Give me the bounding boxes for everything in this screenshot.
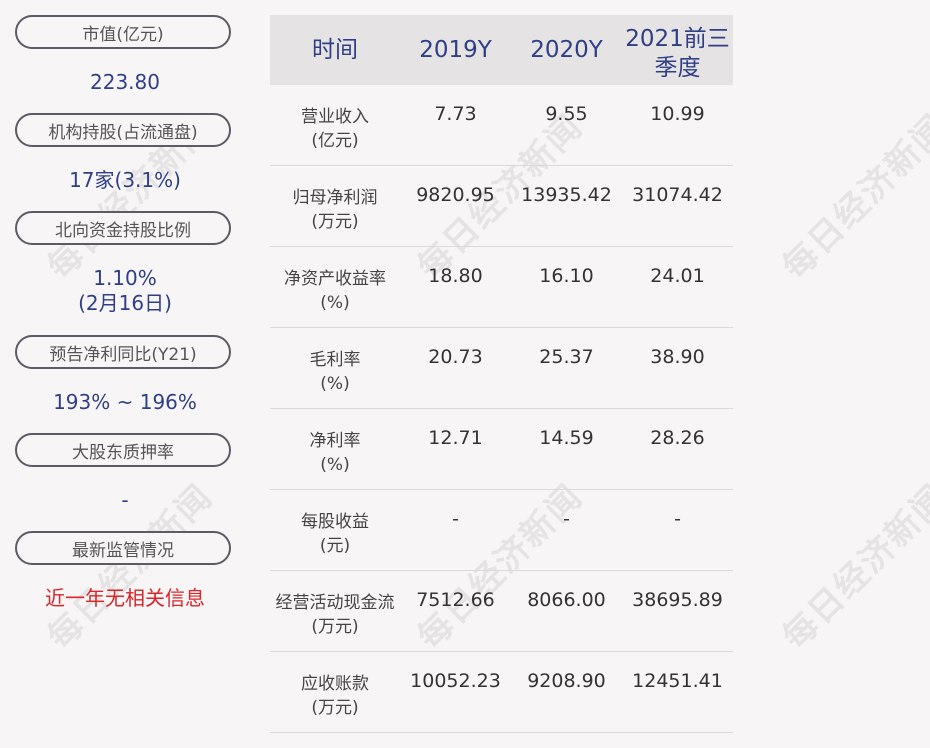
northbound-holdings-value: 1.10% [93,266,157,290]
cell-2020: 16.10 [539,265,594,287]
cell-2019: 12.71 [428,427,483,449]
cell-2021: 38.90 [650,346,705,368]
table-row: 毛利率 (%) 20.73 25.37 38.90 [270,328,733,409]
institutional-holdings-label: 机构持股(占流通盘) [15,113,231,147]
cell-2020: 13935.42 [521,184,612,206]
header-time: 时间 [312,37,358,63]
market-cap-label: 市值(亿元) [15,15,231,49]
row-label: 毛利率 (%) [309,350,361,394]
row-label: 净利率 (%) [309,431,361,475]
cell-2021: 24.01 [650,265,705,287]
northbound-holdings-label: 北向资金持股比例 [15,211,231,245]
row-label: 每股收益 (元) [301,512,369,556]
cell-2019: 10052.23 [410,670,501,692]
cell-2021: 10.99 [650,103,705,125]
header-2020: 2020Y [530,37,603,63]
cell-2021: 12451.41 [632,670,723,692]
cell-2020: 25.37 [539,346,594,368]
cell-2019: 18.80 [428,265,483,287]
northbound-holdings-date: (2月16日) [78,291,172,315]
cell-2019: 9820.95 [416,184,495,206]
cell-2019: 7512.66 [416,589,495,611]
cell-2021: - [674,508,681,530]
cell-2020: 8066.00 [527,589,606,611]
cell-2021: 31074.42 [632,184,723,206]
table-row: 净利率 (%) 12.71 14.59 28.26 [270,409,733,490]
table-row: 经营活动现金流 (万元) 7512.66 8066.00 38695.89 [270,571,733,652]
market-cap-value: 223.80 [90,70,160,94]
table-row: 净资产收益率 (%) 18.80 16.10 24.01 [270,247,733,328]
forecast-profit-growth-label: 预告净利同比(Y21) [15,335,231,369]
regulatory-status-value: 近一年无相关信息 [45,586,205,610]
table-row: 营业收入 (亿元) 7.73 9.55 10.99 [270,85,733,166]
cell-2021: 28.26 [650,427,705,449]
financial-table: 时间 2019Y 2020Y 2021前三季度 营业收入 (亿元) 7.73 9.… [270,15,733,733]
cell-2019: - [452,508,459,530]
table-row: 归母净利润 (万元) 9820.95 13935.42 31074.42 [270,166,733,247]
pledge-ratio-label: 大股东质押率 [15,433,231,467]
table-header: 时间 2019Y 2020Y 2021前三季度 [270,15,733,85]
summary-panel: 市值(亿元) 223.80 机构持股(占流通盘) 17家(3.1%) 北向资金持… [0,0,250,748]
row-label: 净资产收益率 (%) [284,269,386,313]
header-2019: 2019Y [419,37,492,63]
cell-2020: 9.55 [545,103,588,125]
cell-2019: 20.73 [428,346,483,368]
cell-2021: 38695.89 [632,589,723,611]
row-label: 应收账款 (万元) [301,674,369,718]
institutional-holdings-value: 17家(3.1%) [69,168,181,192]
header-2021: 2021前三季度 [625,26,730,81]
row-label: 经营活动现金流 (万元) [275,593,395,637]
cell-2020: 14.59 [539,427,594,449]
forecast-profit-growth-value: 193% ~ 196% [53,390,197,414]
pledge-ratio-value: - [121,488,129,512]
cell-2020: - [563,508,570,530]
regulatory-status-label: 最新监管情况 [15,531,231,565]
row-label: 营业收入 (亿元) [301,107,369,151]
table-row: 每股收益 (元) - - - [270,490,733,571]
cell-2019: 7.73 [434,103,477,125]
row-label: 归母净利润 (万元) [292,188,378,232]
cell-2020: 9208.90 [527,670,606,692]
watermark: 每日经济新闻 [774,106,930,288]
watermark: 每日经济新闻 [774,476,930,658]
table-row: 应收账款 (万元) 10052.23 9208.90 12451.41 [270,652,733,733]
